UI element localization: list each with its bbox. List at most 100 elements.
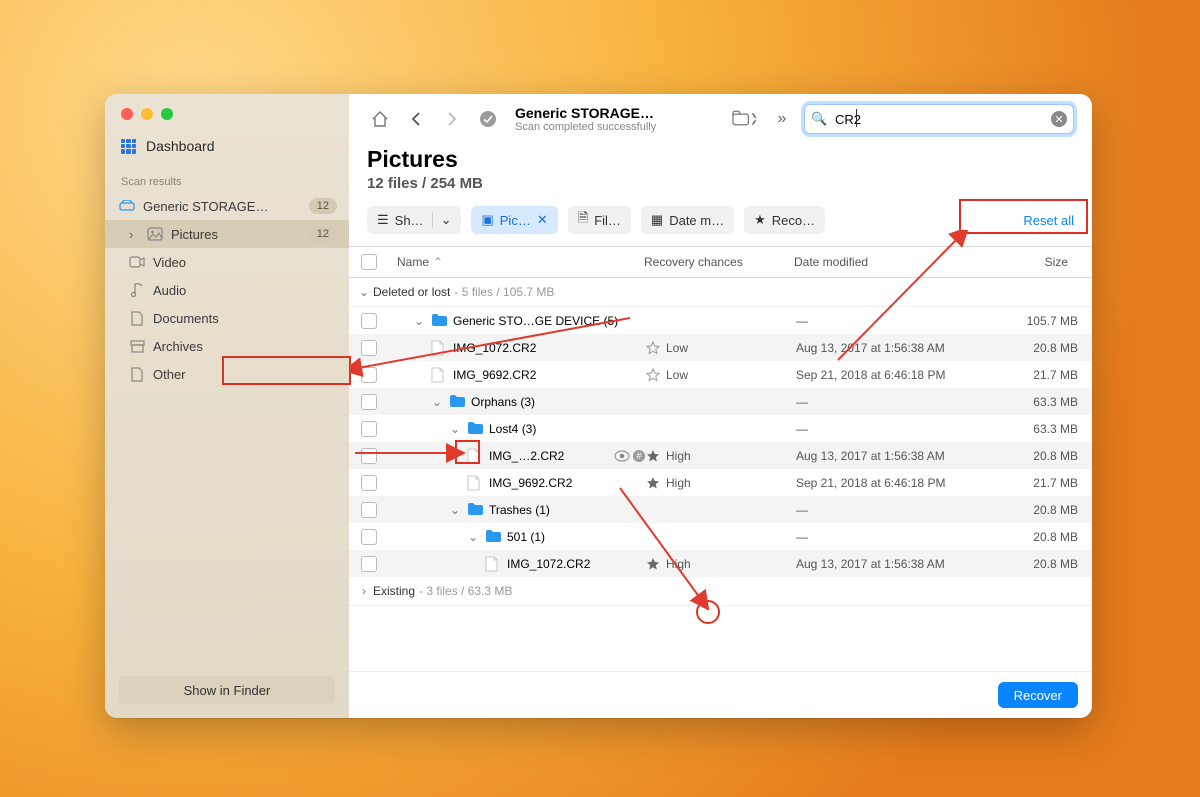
home-button[interactable] xyxy=(367,106,393,132)
sidebar-item-label: Documents xyxy=(153,311,219,326)
col-date[interactable]: Date modified xyxy=(786,255,986,269)
zoom-icon[interactable] xyxy=(161,108,173,120)
table-row[interactable]: IMG_1072.CR2Low Aug 13, 2017 at 1:56:38 … xyxy=(349,334,1092,361)
chevron-down-icon[interactable]: ⌄ xyxy=(431,395,443,409)
filter-bar: ☰ Sh… ⌄ ▣ Pic… ✕ 🗎 Fil… ▦ Date m… ★ Reco… xyxy=(349,206,1092,246)
chevron-down-icon[interactable]: ⌄ xyxy=(449,422,461,436)
sidebar-item-documents[interactable]: Documents xyxy=(105,304,349,332)
close-icon[interactable] xyxy=(121,108,133,120)
row-checkbox[interactable] xyxy=(361,556,377,572)
date-modified: — xyxy=(796,395,996,409)
file-size: 20.8 MB xyxy=(996,503,1092,517)
dashboard-label: Dashboard xyxy=(146,138,215,154)
col-size[interactable]: Size xyxy=(986,255,1082,269)
sort-asc-icon: ⌃ xyxy=(433,255,443,269)
chevron-down-icon[interactable]: ⌄ xyxy=(355,285,373,299)
date-modified: Aug 13, 2017 at 1:56:38 AM xyxy=(796,341,996,355)
show-in-finder-button[interactable]: Show in Finder xyxy=(119,676,335,704)
filter-label: Date m… xyxy=(669,213,724,228)
sidebar-item-label: Video xyxy=(153,255,186,270)
recovery-filter[interactable]: ★ Reco… xyxy=(744,206,825,234)
file-name: Orphans (3) xyxy=(471,395,646,409)
text-cursor xyxy=(856,109,857,127)
forward-button[interactable] xyxy=(439,106,465,132)
sidebar-item-pictures[interactable]: › Pictures 12 xyxy=(105,220,349,248)
col-name[interactable]: Name⌃ xyxy=(389,255,636,269)
file-size: 20.8 MB xyxy=(996,557,1092,571)
sidebar-badge: 12 xyxy=(309,226,337,242)
group-header[interactable]: ›Existing - 3 files / 63.3 MB xyxy=(349,577,1092,606)
row-checkbox[interactable] xyxy=(361,367,377,383)
footer: Recover xyxy=(349,671,1092,718)
table-row[interactable]: IMG_…2.CR2#High Aug 13, 2017 at 1:56:38 … xyxy=(349,442,1092,469)
table-row[interactable]: IMG_1072.CR2High Aug 13, 2017 at 1:56:38… xyxy=(349,550,1092,577)
sidebar-item-label: Other xyxy=(153,367,186,382)
scan-status: Scan completed successfully xyxy=(515,121,656,133)
chevron-right-icon[interactable]: › xyxy=(355,584,373,598)
sidebar-section-header: Scan results xyxy=(105,164,349,192)
chevron-down-icon[interactable]: ⌄ xyxy=(449,503,461,517)
minimize-icon[interactable] xyxy=(141,108,153,120)
select-all-checkbox[interactable] xyxy=(361,254,377,270)
sidebar-item-audio[interactable]: Audio xyxy=(105,276,349,304)
star-icon xyxy=(646,341,660,355)
pictures-icon xyxy=(147,226,163,242)
overflow-button[interactable]: » xyxy=(768,106,794,132)
clear-search-button[interactable]: ✕ xyxy=(1051,111,1067,127)
table-row[interactable]: IMG_9692.CR2High Sep 21, 2018 at 6:46:18… xyxy=(349,469,1092,496)
back-button[interactable] xyxy=(403,106,429,132)
date-modified: — xyxy=(796,314,996,328)
file-name: IMG_…2.CR2 xyxy=(489,449,608,463)
table-row[interactable]: ⌄Lost4 (3) — 63.3 MB xyxy=(349,415,1092,442)
row-checkbox[interactable] xyxy=(361,475,377,491)
chevron-down-icon[interactable]: ⌄ xyxy=(413,314,425,328)
sidebar-item-archives[interactable]: Archives xyxy=(105,332,349,360)
reset-all-button[interactable]: Reset all xyxy=(1023,213,1074,228)
folder-icon xyxy=(431,313,447,329)
video-icon xyxy=(129,254,145,270)
file-list[interactable]: ⌄Deleted or lost - 5 files / 105.7 MB ⌄G… xyxy=(349,278,1092,671)
table-row[interactable]: ⌄Trashes (1) — 20.8 MB xyxy=(349,496,1092,523)
row-checkbox[interactable] xyxy=(361,313,377,329)
sidebar-dashboard[interactable]: Dashboard xyxy=(105,128,349,164)
other-icon xyxy=(129,366,145,382)
close-icon[interactable]: ✕ xyxy=(537,212,548,228)
sidebar-item-label: Pictures xyxy=(171,227,218,242)
row-checkbox[interactable] xyxy=(361,448,377,464)
recover-button[interactable]: Recover xyxy=(998,682,1078,708)
search-input[interactable] xyxy=(829,111,1045,128)
table-row[interactable]: IMG_9692.CR2Low Sep 21, 2018 at 6:46:18 … xyxy=(349,361,1092,388)
row-checkbox[interactable] xyxy=(361,529,377,545)
chevron-right-icon[interactable]: › xyxy=(129,227,139,242)
file-name: 501 (1) xyxy=(507,530,646,544)
group-header[interactable]: ⌄Deleted or lost - 5 files / 105.7 MB xyxy=(349,278,1092,307)
file-icon xyxy=(467,475,483,491)
pictures-filter[interactable]: ▣ Pic… ✕ xyxy=(471,206,557,234)
star-icon xyxy=(646,449,660,463)
sidebar-item-storage[interactable]: Generic STORAGE… 12 xyxy=(105,192,349,220)
folder-chooser[interactable] xyxy=(732,106,758,132)
col-recovery[interactable]: Recovery chances xyxy=(636,255,786,269)
sidebar-item-video[interactable]: Video xyxy=(105,248,349,276)
row-checkbox[interactable] xyxy=(361,421,377,437)
search-field[interactable]: 🔍 ⌄ ✕ xyxy=(804,104,1074,134)
file-name: IMG_9692.CR2 xyxy=(489,476,646,490)
file-size: 20.8 MB xyxy=(996,341,1092,355)
file-filter[interactable]: 🗎 Fil… xyxy=(568,206,631,234)
row-checkbox[interactable] xyxy=(361,340,377,356)
chevron-down-icon[interactable]: ⌄ xyxy=(819,113,827,124)
row-checkbox[interactable] xyxy=(361,502,377,518)
file-icon xyxy=(431,340,447,356)
file-icon xyxy=(485,556,501,572)
file-name: IMG_9692.CR2 xyxy=(453,368,646,382)
drive-icon xyxy=(119,198,135,214)
date-filter[interactable]: ▦ Date m… xyxy=(641,206,734,234)
star-icon: ★ xyxy=(754,212,766,228)
row-checkbox[interactable] xyxy=(361,394,377,410)
table-row[interactable]: ⌄501 (1) — 20.8 MB xyxy=(349,523,1092,550)
sidebar-item-other[interactable]: Other xyxy=(105,360,349,388)
table-row[interactable]: ⌄Generic STO…GE DEVICE (5) — 105.7 MB xyxy=(349,307,1092,334)
chevron-down-icon[interactable]: ⌄ xyxy=(467,530,479,544)
show-filter[interactable]: ☰ Sh… ⌄ xyxy=(367,206,461,234)
table-row[interactable]: ⌄Orphans (3) — 63.3 MB xyxy=(349,388,1092,415)
